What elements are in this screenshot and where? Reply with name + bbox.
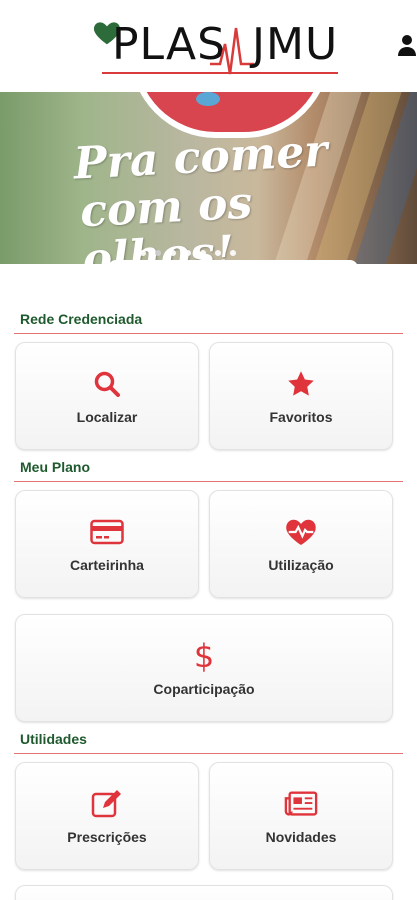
localizar-label: Localizar: [76, 409, 138, 425]
carousel-dot[interactable]: [140, 250, 146, 256]
logo-text-left: PLAS: [112, 19, 227, 70]
section-divider: [14, 481, 403, 482]
next-card-partial[interactable]: [15, 885, 393, 900]
edit-icon: [90, 787, 124, 821]
novidades-button[interactable]: Novidades: [209, 762, 393, 870]
banner-bottom-tab: [108, 260, 358, 270]
carteirinha-label: Carteirinha: [70, 557, 144, 573]
banner-headline: Pra comer com os olhos!: [72, 123, 409, 264]
coparticipacao-button[interactable]: $ Coparticipação: [15, 614, 393, 722]
carousel-dot[interactable]: [170, 250, 176, 256]
prescricoes-label: Prescrições: [67, 829, 147, 845]
banner-line-2: com os olhos!: [78, 177, 254, 264]
card-icon: [90, 515, 124, 549]
novidades-label: Novidades: [265, 829, 337, 845]
section-title-rede-credenciada: Rede Credenciada: [20, 311, 143, 327]
section-title-meu-plano: Meu Plano: [20, 459, 91, 475]
logo-underline: [102, 72, 338, 74]
dollar-icon: $: [193, 637, 215, 675]
prescricoes-button[interactable]: Prescrições: [15, 762, 199, 870]
carousel-dot[interactable]: [215, 250, 221, 256]
favoritos-button[interactable]: Favoritos: [209, 342, 393, 450]
carousel-dot[interactable]: [230, 250, 236, 256]
carousel-dots: [140, 250, 236, 256]
logo-text-right: JMU: [252, 19, 339, 70]
user-icon[interactable]: [397, 34, 417, 56]
star-icon: [284, 367, 318, 401]
favoritos-label: Favoritos: [269, 409, 333, 425]
heartbeat-icon: [284, 515, 318, 549]
app-logo: PLAS JMU: [92, 14, 342, 80]
section-title-utilidades: Utilidades: [20, 731, 87, 747]
carousel-dot[interactable]: [185, 250, 191, 256]
promo-banner[interactable]: Pra comer com os olhos!: [0, 92, 417, 264]
app-header: PLAS JMU: [0, 0, 417, 92]
search-icon: [90, 367, 124, 401]
section-divider: [14, 753, 403, 754]
coparticipacao-label: Coparticipação: [153, 681, 255, 697]
section-divider: [14, 333, 403, 334]
carousel-dot-active[interactable]: [155, 250, 161, 256]
carousel-dot[interactable]: [200, 250, 206, 256]
utilizacao-button[interactable]: Utilização: [209, 490, 393, 598]
pulse-logo-icon: [210, 27, 254, 75]
carteirinha-button[interactable]: Carteirinha: [15, 490, 199, 598]
banner-plate-garnish: [196, 92, 220, 106]
localizar-button[interactable]: Localizar: [15, 342, 199, 450]
newspaper-icon: [284, 787, 318, 821]
utilizacao-label: Utilização: [268, 557, 334, 573]
